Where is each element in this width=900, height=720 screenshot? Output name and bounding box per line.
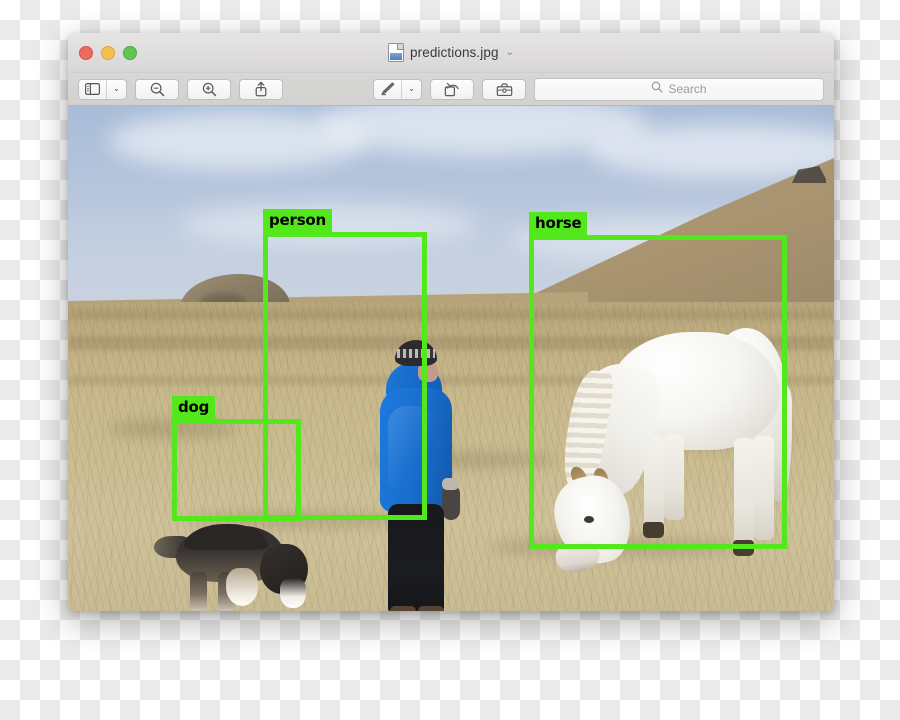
- zoom-out-icon: [150, 82, 164, 96]
- search-icon: [651, 80, 663, 98]
- share-icon: [255, 81, 267, 97]
- desktop-backdrop: predictions.jpg ⌄ ⌄ ⌄ Search person dog …: [0, 0, 900, 720]
- window-titlebar[interactable]: predictions.jpg ⌄: [68, 33, 834, 73]
- image-file-icon: [388, 43, 405, 62]
- rotate-button[interactable]: [430, 78, 474, 100]
- toolbar-right-group: ⌄ Search: [373, 77, 824, 101]
- chevron-down-icon: ⌄: [408, 84, 415, 93]
- rotate-left-icon: [444, 82, 459, 96]
- window-toolbar: ⌄ ⌄ Search: [68, 73, 834, 106]
- markup-button[interactable]: ⌄: [373, 78, 422, 100]
- image-canvas[interactable]: person dog horse: [68, 106, 834, 611]
- magnifier-glyph: [652, 81, 663, 93]
- sidebar-toggle-button[interactable]: ⌄: [78, 78, 127, 100]
- window-title: predictions.jpg: [410, 45, 499, 60]
- sidebar-dropdown-arrow[interactable]: ⌄: [106, 79, 126, 99]
- zoom-out-button[interactable]: [135, 78, 179, 100]
- toolbox-button[interactable]: [482, 78, 526, 100]
- traffic-lights: [79, 46, 137, 60]
- detection-label-person: person: [263, 209, 333, 233]
- close-button[interactable]: [79, 46, 93, 60]
- search-placeholder: Search: [668, 82, 707, 96]
- zoom-in-button[interactable]: [187, 78, 231, 100]
- window-title-group: predictions.jpg ⌄: [68, 33, 834, 72]
- detection-label-horse: horse: [529, 212, 588, 236]
- pen-glyph: [381, 82, 394, 96]
- detection-box-dog: [172, 419, 301, 521]
- markup-dropdown-arrow[interactable]: ⌄: [401, 79, 421, 99]
- preview-window: predictions.jpg ⌄ ⌄ ⌄ Search person dog …: [68, 33, 834, 611]
- sidebar-glyph: [85, 83, 100, 95]
- markup-pen-icon: [374, 80, 401, 99]
- share-button[interactable]: [239, 78, 283, 100]
- chevron-down-icon[interactable]: ⌄: [506, 47, 514, 58]
- dog-subject: [154, 522, 314, 611]
- detection-label-dog: dog: [172, 396, 216, 420]
- zoom-in-icon: [202, 82, 216, 96]
- detection-box-horse: [529, 235, 787, 549]
- toolbox-icon: [496, 82, 512, 96]
- search-field[interactable]: Search: [534, 77, 824, 101]
- toolbar-left-group: ⌄: [78, 78, 291, 100]
- sidebar-icon: [79, 80, 106, 99]
- chevron-down-icon: ⌄: [113, 84, 120, 93]
- zoom-button[interactable]: [123, 46, 137, 60]
- minimize-button[interactable]: [101, 46, 115, 60]
